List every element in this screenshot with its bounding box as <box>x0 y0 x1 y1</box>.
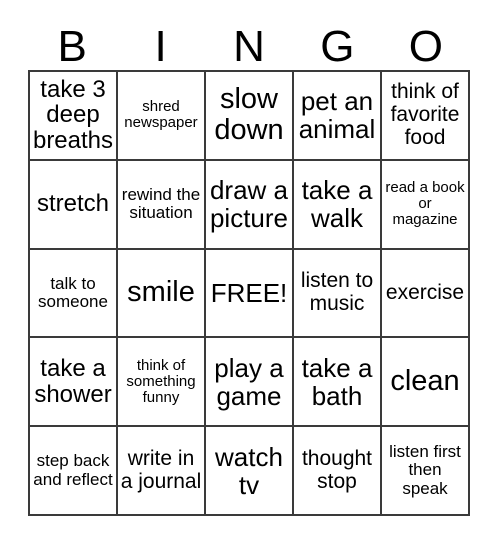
bingo-cell[interactable]: think of something funny <box>118 338 206 428</box>
header-letter-i: I <box>154 22 167 71</box>
bingo-cell[interactable]: talk to someone <box>30 249 118 339</box>
bingo-cell-label: write in a journal <box>120 446 202 493</box>
bingo-cell[interactable]: exercise <box>382 249 470 339</box>
bingo-cell-label: think of favorite food <box>390 80 460 149</box>
bingo-cell-label: read a book or magazine <box>385 178 465 229</box>
bingo-cell[interactable]: read a book or magazine <box>382 160 470 250</box>
header-letter-o: O <box>408 22 443 71</box>
bingo-cell-free[interactable]: FREE! <box>206 249 294 339</box>
bingo-cell[interactable]: rewind the situation <box>118 160 206 250</box>
bingo-cell-label: think of something funny <box>126 356 196 406</box>
bingo-cell-label: take 3 deep breaths <box>32 75 114 155</box>
bingo-cell-label: rewind the situation <box>121 184 201 223</box>
header-letter-n: N <box>233 22 265 71</box>
bingo-cell[interactable]: take a bath <box>294 338 382 428</box>
bingo-cell[interactable]: draw a picture <box>206 160 294 250</box>
bingo-cell[interactable]: play a game <box>206 338 294 428</box>
bingo-cell-label: watch tv <box>215 441 283 500</box>
bingo-cell-label: thought stop <box>301 446 373 493</box>
bingo-card: B I N G O take 3 deep breaths shred news… <box>0 0 500 544</box>
bingo-cell-label: clean <box>390 365 460 398</box>
header-letter-b: B <box>57 22 87 71</box>
bingo-grid: take 3 deep breaths shred newspaper slow… <box>28 70 470 516</box>
bingo-cell[interactable]: step back and reflect <box>30 427 118 516</box>
bingo-cell[interactable]: smile <box>118 249 206 339</box>
bingo-cell-label: stretch <box>36 190 110 218</box>
bingo-cell[interactable]: stretch <box>30 160 118 250</box>
bingo-cell[interactable]: take a shower <box>30 338 118 428</box>
bingo-cell[interactable]: watch tv <box>206 427 294 516</box>
bingo-cell-label: take a walk <box>301 175 373 234</box>
bingo-cell-label: listen to music <box>300 269 374 315</box>
bingo-cell[interactable]: slow down <box>206 72 294 161</box>
bingo-cell-label: step back and reflect <box>33 451 113 489</box>
bingo-cell-label: talk to someone <box>38 273 108 311</box>
bingo-cell[interactable]: think of favorite food <box>382 72 470 161</box>
bingo-cell-label: pet an animal <box>298 86 376 145</box>
bingo-cell-label: listen first then speak <box>389 442 461 498</box>
bingo-cell-label: exercise <box>385 280 465 304</box>
bingo-header: B I N G O <box>28 18 470 70</box>
bingo-cell[interactable]: listen to music <box>294 249 382 339</box>
bingo-cell-label: play a game <box>214 352 284 411</box>
bingo-cell[interactable]: write in a journal <box>118 427 206 516</box>
bingo-cell-label: FREE! <box>210 277 288 308</box>
bingo-cell[interactable]: pet an animal <box>294 72 382 161</box>
bingo-cell-label: smile <box>127 276 195 309</box>
bingo-cell[interactable]: listen first then speak <box>382 427 470 516</box>
bingo-cell[interactable]: clean <box>382 338 470 428</box>
bingo-cell-label: draw a picture <box>209 175 289 234</box>
bingo-cell-label: take a bath <box>301 352 373 411</box>
bingo-cell[interactable]: shred newspaper <box>118 72 206 161</box>
bingo-cell-label: take a shower <box>34 354 112 408</box>
bingo-cell-label: shred newspaper <box>124 98 198 132</box>
header-letter-g: G <box>320 22 355 71</box>
bingo-cell[interactable]: thought stop <box>294 427 382 516</box>
bingo-cell[interactable]: take a walk <box>294 160 382 250</box>
bingo-cell[interactable]: take 3 deep breaths <box>30 72 118 161</box>
bingo-cell-label: slow down <box>214 83 284 147</box>
